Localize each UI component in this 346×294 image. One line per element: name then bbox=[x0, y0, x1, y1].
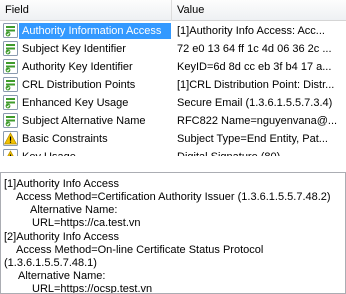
cert-extension-icon bbox=[3, 95, 18, 110]
row-field-name: CRL Distribution Points bbox=[22, 79, 136, 91]
detail-line: Alternative Name: bbox=[18, 270, 106, 282]
column-header-value[interactable]: Value bbox=[172, 0, 346, 21]
row-field-name: Enhanced Key Usage bbox=[22, 97, 129, 109]
row-field-value: Subject Type=End Entity, Pat... bbox=[177, 133, 328, 145]
detail-line: (1.3.6.1.5.5.7.48.1) bbox=[4, 257, 97, 269]
panel-splitter bbox=[0, 156, 346, 172]
cert-extension-icon bbox=[3, 41, 18, 56]
row-field-name: Authority Key Identifier bbox=[22, 61, 133, 73]
list-row[interactable]: Authority Information Access [1]Authority… bbox=[0, 22, 346, 40]
warning-critical-icon bbox=[3, 149, 18, 156]
row-field-value: KeyID=6d 8d cc eb 3f b4 17 a... bbox=[177, 61, 332, 73]
list-row[interactable]: Key Usage Digital Signature (80) bbox=[0, 148, 346, 156]
cert-extension-icon bbox=[3, 113, 18, 128]
row-field-name: Authority Information Access bbox=[22, 25, 162, 37]
list-row[interactable]: Subject Key Identifier 72 e0 13 64 ff 1c … bbox=[0, 40, 346, 58]
row-field-name: Subject Key Identifier bbox=[22, 43, 126, 55]
cert-extension-icon bbox=[3, 77, 18, 92]
row-field-value: [1]CRL Distribution Point: Distr... bbox=[177, 79, 335, 91]
warning-critical-icon bbox=[3, 131, 18, 146]
row-field-name: Basic Constraints bbox=[22, 133, 108, 145]
detail-line: URL=https://ca.test.vn bbox=[32, 217, 141, 229]
list-row[interactable]: Authority Key Identifier KeyID=6d 8d cc e… bbox=[0, 58, 346, 76]
row-field-value: RFC822 Name=nguyenvana@... bbox=[177, 115, 337, 127]
row-field-value: 72 e0 13 64 ff 1c 4d 06 36 2c ... bbox=[177, 43, 332, 55]
cert-extension-icon bbox=[3, 23, 18, 38]
detail-line: Alternative Name: bbox=[30, 204, 118, 216]
detail-line: URL=https://ocsp.test.vn bbox=[32, 283, 153, 294]
row-field-name: Subject Alternative Name bbox=[22, 115, 146, 127]
row-field-value: Secure Email (1.3.6.1.5.5.7.3.4) bbox=[177, 97, 333, 109]
cert-extension-icon bbox=[3, 59, 18, 74]
field-details-textbox[interactable]: [1]Authority Info Access Access Method=C… bbox=[0, 172, 346, 294]
list-row[interactable]: Subject Alternative Name RFC822 Name=nguy… bbox=[0, 112, 346, 130]
certificate-fields-list[interactable]: Field Value Authority Information Access… bbox=[0, 0, 346, 156]
row-field-name: Key Usage bbox=[22, 148, 170, 156]
list-row[interactable]: CRL Distribution Points [1]CRL Distributi… bbox=[0, 76, 346, 94]
detail-line: Access Method=On-line Certificate Status… bbox=[16, 244, 264, 256]
list-header: Field Value bbox=[0, 0, 346, 21]
list-row[interactable]: Basic Constraints Subject Type=End Entity… bbox=[0, 130, 346, 148]
detail-line: [2]Authority Info Access bbox=[4, 231, 119, 243]
row-field-value: Digital Signature (80) bbox=[177, 148, 337, 156]
column-header-field[interactable]: Field bbox=[0, 0, 172, 21]
row-field-value: [1]Authority Info Access: Acc... bbox=[177, 25, 325, 37]
list-row[interactable]: Enhanced Key Usage Secure Email (1.3.6.1.… bbox=[0, 94, 346, 112]
detail-line: Access Method=Certification Authority Is… bbox=[16, 191, 331, 203]
detail-line: [1]Authority Info Access bbox=[4, 178, 119, 190]
